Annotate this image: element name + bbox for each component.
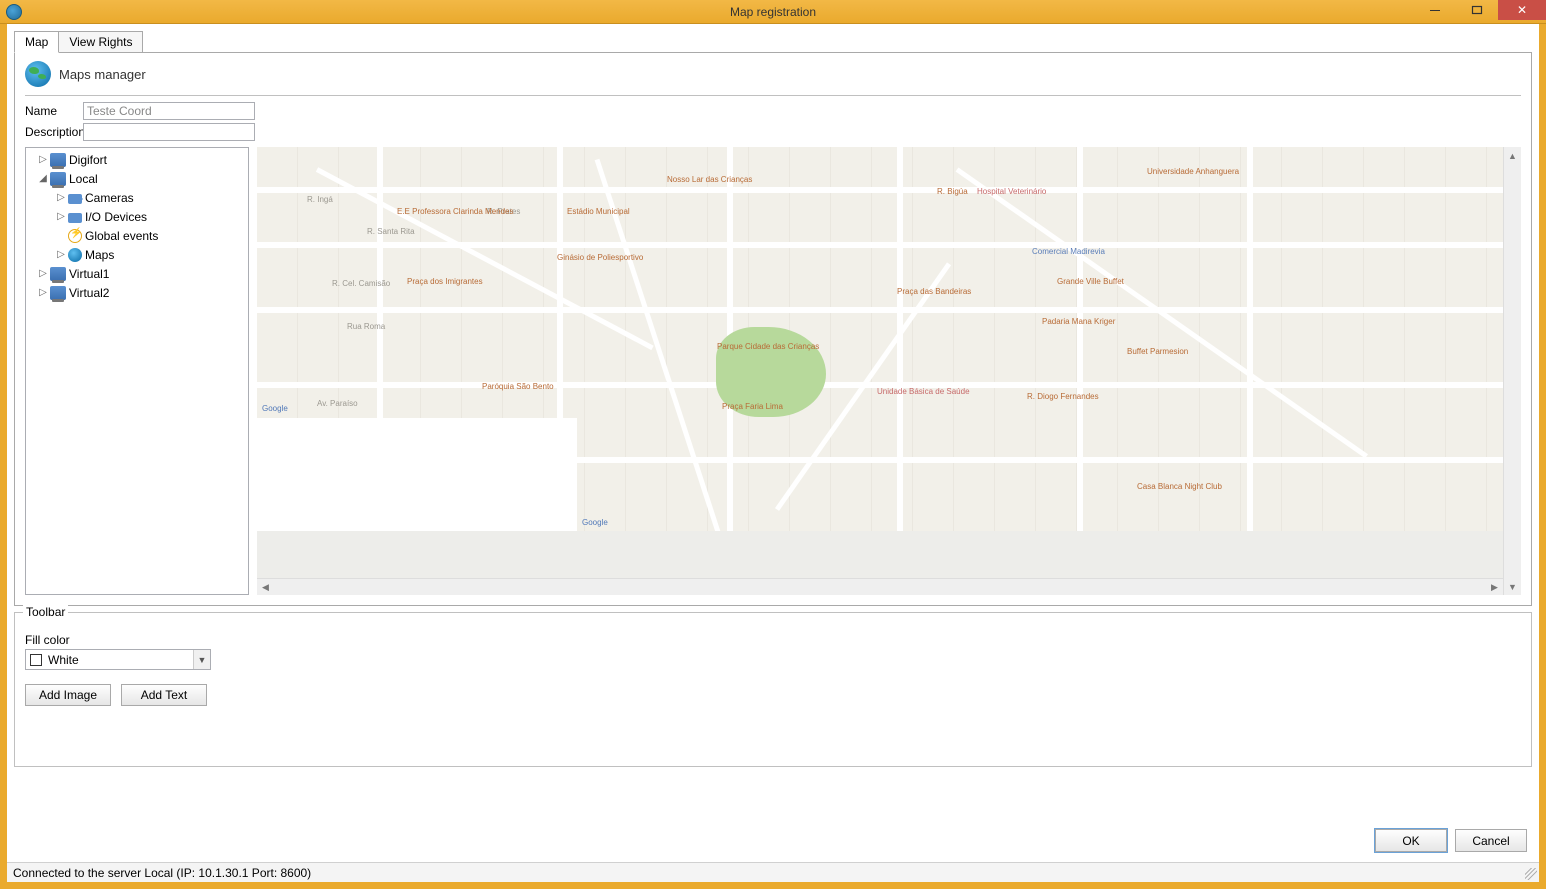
description-label: Description: [25, 125, 83, 139]
expand-icon[interactable]: ▷: [38, 288, 48, 298]
globe-icon: [25, 61, 51, 87]
tree-label: Maps: [85, 248, 114, 262]
section-header: Maps manager: [25, 61, 1521, 96]
tree-item-digifort[interactable]: ▷ Digifort: [26, 150, 248, 169]
tree-label: Cameras: [85, 191, 134, 205]
window-title: Map registration: [0, 5, 1546, 19]
camera-icon: [68, 194, 82, 204]
server-icon: [50, 172, 66, 186]
color-swatch: [30, 654, 42, 666]
expand-icon[interactable]: ▷: [38, 155, 48, 165]
add-image-button[interactable]: Add Image: [25, 684, 111, 706]
fill-color-value: White: [48, 653, 79, 667]
expand-icon[interactable]: ▷: [38, 269, 48, 279]
name-input[interactable]: [83, 102, 255, 120]
toolbar-group: Toolbar Fill color White ▼ Add Image Add…: [14, 612, 1532, 767]
tab-map[interactable]: Map: [14, 31, 59, 53]
minimize-button[interactable]: [1414, 0, 1456, 20]
tree-label: Virtual2: [69, 286, 109, 300]
tab-view-rights[interactable]: View Rights: [58, 31, 143, 53]
tree-item-maps[interactable]: ▷ Maps: [26, 245, 248, 264]
server-icon: [50, 153, 66, 167]
scroll-up-icon[interactable]: ▲: [1504, 147, 1521, 164]
resize-grip-icon[interactable]: [1525, 868, 1537, 880]
tree-item-virtual1[interactable]: ▷ Virtual1: [26, 264, 248, 283]
expand-icon[interactable]: ▷: [56, 250, 66, 260]
expand-icon[interactable]: ▷: [56, 193, 66, 203]
fill-color-select[interactable]: White ▼: [25, 649, 211, 670]
scroll-down-icon[interactable]: ▼: [1504, 578, 1521, 595]
tree-label: Digifort: [69, 153, 107, 167]
expand-icon[interactable]: ▷: [56, 212, 66, 222]
tree-label: I/O Devices: [85, 210, 147, 224]
vertical-scrollbar[interactable]: ▲ ▼: [1503, 147, 1521, 595]
tree-item-cameras[interactable]: ▷ Cameras: [26, 188, 248, 207]
map-canvas[interactable]: R. Ingá R. Santa Rita R. Cel. Camisão Ru…: [257, 147, 1503, 578]
name-label: Name: [25, 104, 83, 118]
tab-strip: Map View Rights: [14, 30, 1532, 52]
cancel-button[interactable]: Cancel: [1455, 829, 1527, 852]
tree-item-virtual2[interactable]: ▷ Virtual2: [26, 283, 248, 302]
tree-label: Virtual1: [69, 267, 109, 281]
chevron-down-icon[interactable]: ▼: [193, 650, 210, 669]
io-icon: [68, 213, 82, 223]
tree-label: Global events: [85, 229, 158, 243]
toolbar-legend: Toolbar: [23, 605, 68, 619]
tab-content: Maps manager Name Description ▷ Digifort…: [14, 52, 1532, 606]
collapse-icon[interactable]: ◢: [38, 174, 48, 184]
status-text: Connected to the server Local (IP: 10.1.…: [13, 866, 311, 880]
map-image: R. Ingá R. Santa Rita R. Cel. Camisão Ru…: [257, 147, 1503, 531]
section-title: Maps manager: [59, 67, 146, 82]
tree-item-local[interactable]: ◢ Local: [26, 169, 248, 188]
maximize-button[interactable]: [1456, 0, 1498, 20]
fill-color-label: Fill color: [25, 633, 1521, 647]
tree-item-io[interactable]: ▷ I/O Devices: [26, 207, 248, 226]
server-icon: [50, 286, 66, 300]
add-text-button[interactable]: Add Text: [121, 684, 207, 706]
tree-item-global-events[interactable]: ▷ Global events: [26, 226, 248, 245]
description-row: Description: [25, 123, 1521, 141]
globe-icon: [68, 248, 82, 262]
scroll-left-icon[interactable]: ◀: [257, 582, 274, 593]
close-button[interactable]: [1498, 0, 1546, 20]
description-input[interactable]: [83, 123, 255, 141]
map-outer: R. Ingá R. Santa Rita R. Cel. Camisão Ru…: [257, 147, 1521, 595]
ok-button[interactable]: OK: [1375, 829, 1447, 852]
server-icon: [50, 267, 66, 281]
tree-panel[interactable]: ▷ Digifort ◢ Local ▷ Cameras ▷ I: [25, 147, 249, 595]
titlebar: Map registration: [0, 0, 1546, 24]
horizontal-scrollbar[interactable]: ◀ ▶: [257, 578, 1503, 595]
scroll-right-icon[interactable]: ▶: [1486, 582, 1503, 593]
window-body: Map View Rights Maps manager Name Descri…: [0, 24, 1546, 889]
status-bar: Connected to the server Local (IP: 10.1.…: [7, 862, 1539, 882]
name-row: Name: [25, 102, 1521, 120]
tree-label: Local: [69, 172, 98, 186]
events-icon: [68, 229, 82, 243]
